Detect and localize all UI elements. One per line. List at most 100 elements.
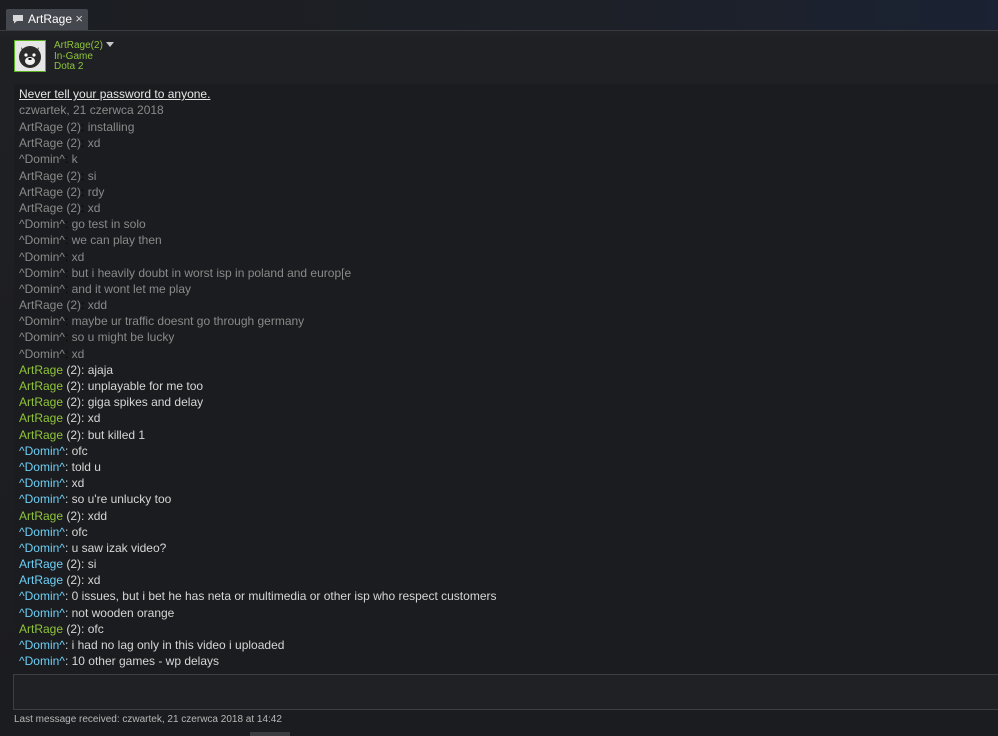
friend-name[interactable]: ArtRage(2) xyxy=(54,40,103,51)
message-sender[interactable]: ^Domin^ xyxy=(19,250,65,264)
chat-message: ArtRage (2): giga spikes and delay xyxy=(19,395,204,410)
message-sender[interactable]: ArtRage (2) xyxy=(19,201,81,215)
message-sender[interactable]: ArtRage (2) xyxy=(19,136,81,150)
chat-message: ArtRage (2): xd xyxy=(19,573,101,588)
message-sender[interactable]: ArtRage xyxy=(19,622,63,636)
chat-message: ^Domin^: u saw izak video? xyxy=(19,540,167,555)
message-sender[interactable]: ^Domin^ xyxy=(19,266,65,280)
message-sender[interactable]: ArtRage xyxy=(19,411,63,425)
message-text: but killed 1 xyxy=(87,427,146,442)
message-sender[interactable]: ArtRage xyxy=(19,395,63,409)
chat-message: ArtRage (2): ofc xyxy=(19,621,104,636)
friend-header: ArtRage(2) In-Game Dota 2 xyxy=(14,40,214,74)
message-text: xd xyxy=(71,249,85,264)
message-text: so u're unlucky too xyxy=(71,492,172,507)
message-text: ajaja xyxy=(87,362,114,377)
message-sender[interactable]: ^Domin^ xyxy=(19,476,65,490)
message-sender[interactable]: ^Domin^ xyxy=(19,152,65,166)
message-sender[interactable]: ArtRage xyxy=(19,379,63,393)
message-text: xdd xyxy=(87,508,108,523)
chat-message: ^Domin^: told u xyxy=(19,459,101,474)
message-sender[interactable]: ^Domin^ xyxy=(19,314,65,328)
chat-message: ^Domin^: k xyxy=(19,152,78,167)
message-sender-suffix: (2) xyxy=(63,395,82,410)
chat-window: ArtRage × ArtRage(2) In-Game Dota 2 Neve… xyxy=(0,0,998,736)
chat-message: ^Domin^: and it wont let me play xyxy=(19,281,192,296)
message-text: xd xyxy=(71,476,85,491)
message-sender[interactable]: ArtRage xyxy=(19,428,63,442)
chat-message: ^Domin^: xd xyxy=(19,249,85,264)
security-warning: Never tell your password to anyone. xyxy=(19,87,211,101)
message-sender[interactable]: ^Domin^ xyxy=(19,282,65,296)
message-sender[interactable]: ArtRage (2) xyxy=(19,120,81,134)
chat-message: ArtRage (2): xd xyxy=(19,411,101,426)
chat-message: ArtRage (2): rdy xyxy=(19,184,105,199)
message-sender[interactable]: ^Domin^ xyxy=(19,347,65,361)
message-sender[interactable]: ArtRage (2) xyxy=(19,298,81,312)
message-sender[interactable]: ArtRage xyxy=(19,363,63,377)
chat-message: ArtRage (2): installing xyxy=(19,120,135,134)
chat-message: ^Domin^: maybe ur traffic doesnt go thro… xyxy=(19,314,305,329)
message-text: 10 other games - wp delays xyxy=(71,654,220,669)
message-sender-suffix: (2) xyxy=(63,362,82,377)
avatar[interactable] xyxy=(14,40,46,72)
message-sender-suffix: (2) xyxy=(63,508,82,523)
message-sender[interactable]: ^Domin^ xyxy=(19,589,65,603)
message-sender[interactable]: ^Domin^ xyxy=(19,444,65,458)
message-sender[interactable]: ^Domin^ xyxy=(19,525,65,539)
message-sender[interactable]: ArtRage xyxy=(19,557,63,571)
message-sender[interactable]: ^Domin^ xyxy=(19,541,65,555)
message-sender[interactable]: ^Domin^ xyxy=(19,330,65,344)
message-text: not wooden orange xyxy=(71,605,175,620)
chat-message: ^Domin^: ofc xyxy=(19,443,88,458)
chat-log[interactable]: Never tell your password to anyone. czwa… xyxy=(14,84,998,669)
message-text: and it wont let me play xyxy=(71,281,192,296)
close-icon[interactable]: × xyxy=(75,11,83,26)
message-sender[interactable]: ^Domin^ xyxy=(19,606,65,620)
message-sender[interactable]: ArtRage xyxy=(19,573,63,587)
chat-message: ^Domin^: we can play then xyxy=(19,233,162,248)
message-sender[interactable]: ArtRage (2) xyxy=(19,185,81,199)
last-message-status: Last message received: czwartek, 21 czer… xyxy=(14,714,282,725)
message-text: si xyxy=(87,168,97,183)
message-text: i had no lag only in this video i upload… xyxy=(71,638,285,652)
chat-message: ^Domin^: so u might be lucky xyxy=(19,330,175,345)
message-sender-suffix: (2) xyxy=(63,427,82,442)
chat-message: ArtRage (2): unplayable for me too xyxy=(19,379,204,393)
message-sender[interactable]: ArtRage xyxy=(19,509,63,523)
chat-message: ^Domin^: but i heavily doubt in worst is… xyxy=(19,265,352,280)
chevron-down-icon[interactable] xyxy=(106,42,114,47)
message-text: ofc xyxy=(71,443,88,458)
message-sender[interactable]: ^Domin^ xyxy=(19,460,65,474)
message-sender[interactable]: ^Domin^ xyxy=(19,654,65,668)
message-text: xd xyxy=(71,346,85,361)
message-text: k xyxy=(71,152,78,167)
chat-message: ^Domin^: not wooden orange xyxy=(19,605,175,620)
chat-message: ^Domin^: xd xyxy=(19,346,85,361)
chat-message: ^Domin^: go test in solo xyxy=(19,217,146,232)
tab-artrage[interactable]: ArtRage × xyxy=(6,9,88,30)
message-sender[interactable]: ^Domin^ xyxy=(19,492,65,506)
message-text: giga spikes and delay xyxy=(87,395,204,410)
message-text: maybe ur traffic doesnt go through germa… xyxy=(71,314,305,329)
message-sender[interactable]: ArtRage (2) xyxy=(19,169,81,183)
chat-message: ArtRage (2): xdd xyxy=(19,298,108,313)
message-text: we can play then xyxy=(71,233,162,248)
message-textarea[interactable] xyxy=(14,675,998,717)
message-text: 0 issues, but i bet he has neta or multi… xyxy=(71,589,497,604)
scroll-indicator xyxy=(250,732,290,736)
message-text: so u might be lucky xyxy=(71,330,175,345)
message-sender[interactable]: ^Domin^ xyxy=(19,638,65,652)
message-sender-suffix: (2) xyxy=(63,411,82,426)
message-sender[interactable]: ^Domin^ xyxy=(19,217,65,231)
message-text: xdd xyxy=(87,298,108,313)
message-text: go test in solo xyxy=(71,217,146,232)
message-input[interactable] xyxy=(13,674,998,717)
message-text: ofc xyxy=(87,621,104,636)
chat-message: ArtRage (2): but killed 1 xyxy=(19,427,146,442)
message-sender-suffix: (2) xyxy=(63,621,82,636)
message-sender[interactable]: ^Domin^ xyxy=(19,233,65,247)
message-sender-suffix: (2) xyxy=(63,557,82,572)
chat-message: ArtRage (2): xd xyxy=(19,200,101,215)
chat-date: czwartek, 21 czerwca 2018 xyxy=(19,103,164,117)
